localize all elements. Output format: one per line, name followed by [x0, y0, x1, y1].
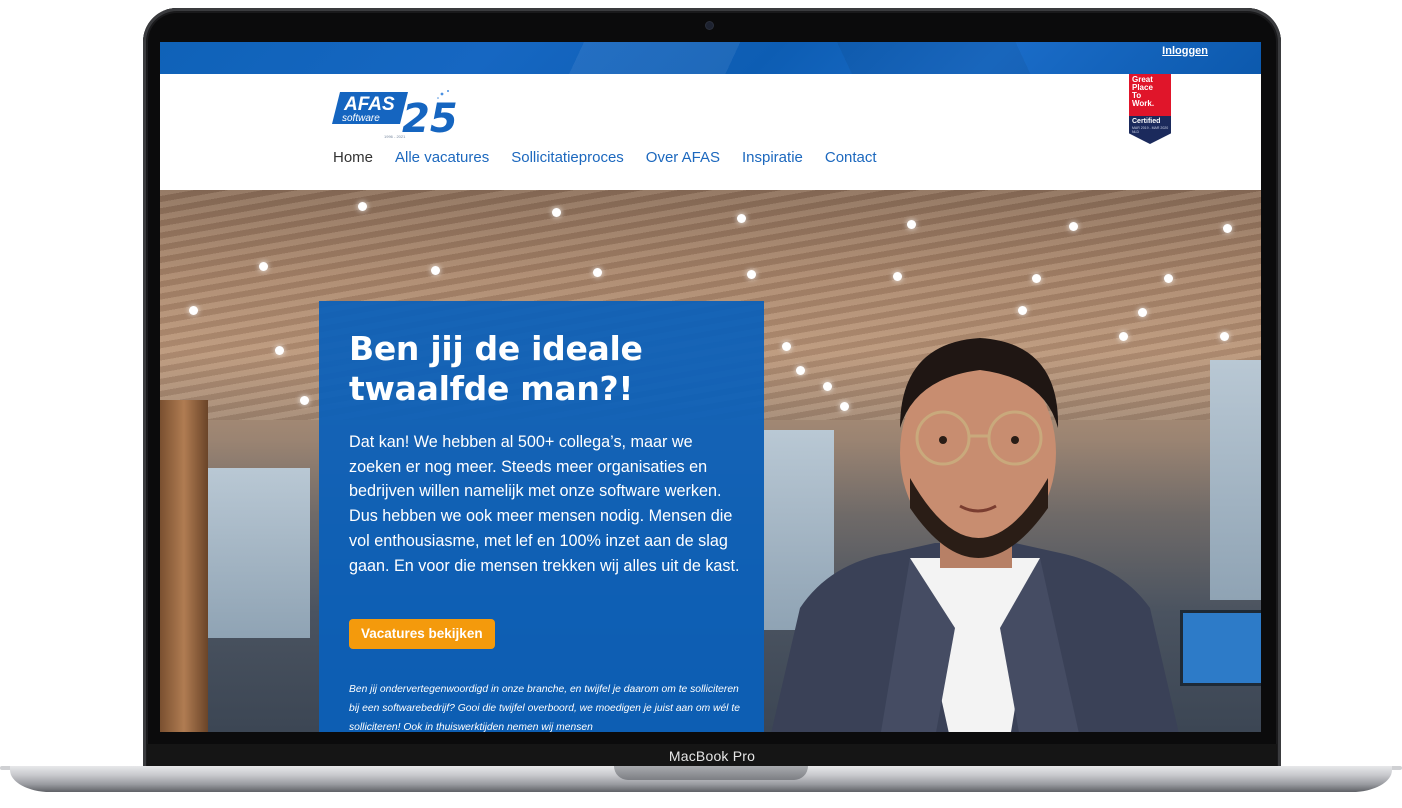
- nav-contact[interactable]: Contact: [825, 149, 877, 166]
- badge-line4: Work.: [1132, 99, 1155, 108]
- badge-certified: Certified: [1132, 118, 1161, 125]
- nav-inspiratie[interactable]: Inspiratie: [742, 149, 803, 166]
- hero-section: Ben jij de ideale twaalfde man?! Dat kan…: [160, 190, 1261, 732]
- logo-sub: software: [342, 113, 380, 124]
- top-bar: Inloggen: [160, 42, 1261, 74]
- logo-brand: AFAS: [343, 94, 395, 115]
- hero-window: [1210, 360, 1261, 600]
- site-header: AFAS software 25 1996 - 2021 Home Alle v…: [160, 74, 1261, 190]
- hero-window: [200, 468, 310, 638]
- nav-alle-vacatures[interactable]: Alle vacatures: [395, 149, 489, 166]
- camera: [706, 22, 713, 29]
- nav-over-afas[interactable]: Over AFAS: [646, 149, 720, 166]
- laptop-notch: [614, 766, 808, 780]
- login-link[interactable]: Inloggen: [1162, 45, 1208, 57]
- hero-title: Ben jij de ideale twaalfde man?!: [349, 329, 643, 408]
- hero-text-card: Ben jij de ideale twaalfde man?! Dat kan…: [319, 301, 764, 732]
- nav-home[interactable]: Home: [333, 149, 373, 166]
- hero-person-photo: [771, 338, 1179, 732]
- browser-viewport: Inloggen AFAS software 25 1996 - 2021 Ho…: [160, 42, 1261, 732]
- logo-years: 1996 - 2021: [384, 134, 406, 139]
- hero-pillar: [160, 400, 208, 732]
- vacatures-bekijken-button[interactable]: Vacatures bekijken: [349, 619, 495, 649]
- hero-body-text: Dat kan! We hebben al 500+ collega’s, ma…: [349, 433, 740, 575]
- hero-monitor: [1180, 610, 1261, 686]
- laptop-chin: MacBook Pro: [147, 744, 1277, 768]
- hero-note-text: Ben jij ondervertegenwoordigd in onze br…: [349, 684, 740, 732]
- device-label: MacBook Pro: [668, 748, 756, 764]
- great-place-to-work-badge: Great Place To Work. Certified MAR 2019 …: [1129, 74, 1171, 144]
- afas-logo[interactable]: AFAS software 25 1996 - 2021: [330, 88, 466, 140]
- nav-sollicitatieproces[interactable]: Sollicitatieproces: [511, 149, 624, 166]
- badge-years: MAR 2019 - MAR 2020 NLD: [1132, 126, 1169, 134]
- logo-anniversary: 25: [402, 96, 458, 140]
- main-nav: Home Alle vacatures Sollicitatieproces O…: [333, 149, 899, 166]
